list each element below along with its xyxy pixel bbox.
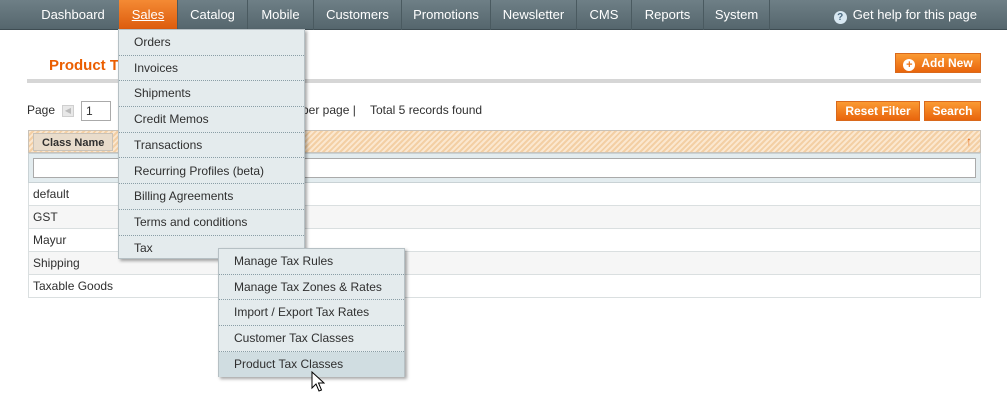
nav-system[interactable]: System [704,0,770,30]
table-row[interactable]: Taxable Goods [28,275,981,298]
page-title: Product Ta [49,57,127,74]
add-new-label: Add New [921,56,973,70]
column-header-class-name[interactable]: Class Name [33,133,113,151]
nav-promotions[interactable]: Promotions [402,0,491,30]
menu-item-terms-and-conditions[interactable]: Terms and conditions [119,210,304,236]
nav-newsletter[interactable]: Newsletter [491,0,577,30]
nav-mobile[interactable]: Mobile [248,0,314,30]
nav-reports[interactable]: Reports [632,0,704,30]
menu-item-import-export-tax-rates[interactable]: Import / Export Tax Rates [219,300,404,327]
menu-item-recurring-profiles[interactable]: Recurring Profiles (beta) [119,159,304,185]
mouse-cursor-icon [311,371,325,392]
menu-item-credit-memos[interactable]: Credit Memos [119,107,304,133]
nav-customers[interactable]: Customers [314,0,402,30]
plus-circle-icon: + [903,59,916,71]
menu-item-manage-tax-zones-rates[interactable]: Manage Tax Zones & Rates [219,275,404,301]
menu-item-transactions[interactable]: Transactions [119,133,304,159]
search-button[interactable]: Search [924,101,981,121]
help-link[interactable]: ? Get help for this page [833,0,977,30]
add-new-button[interactable]: + Add New [895,53,981,73]
top-navigation: Dashboard Sales Catalog Mobile Customers… [0,0,1007,30]
menu-item-invoices[interactable]: Invoices [119,56,304,82]
menu-item-billing-agreements[interactable]: Billing Agreements [119,184,304,210]
menu-item-shipments[interactable]: Shipments [119,81,304,108]
nav-dashboard[interactable]: Dashboard [27,0,120,30]
sales-dropdown-menu: Orders Invoices Shipments Credit Memos T… [118,29,305,259]
help-label: Get help for this page [852,7,977,22]
sort-arrow-up-icon[interactable]: ↑ [966,134,972,148]
pager-page-label: Page [27,103,56,117]
nav-sales[interactable]: Sales [119,0,178,30]
menu-item-orders[interactable]: Orders [119,30,304,56]
nav-catalog[interactable]: Catalog [178,0,248,30]
menu-item-customer-tax-classes[interactable]: Customer Tax Classes [219,326,404,352]
help-icon: ? [833,11,847,24]
menu-item-manage-tax-rules[interactable]: Manage Tax Rules [219,249,404,275]
tax-submenu: Manage Tax Rules Manage Tax Zones & Rate… [218,248,405,378]
page-number-input[interactable]: 1 [81,101,111,121]
previous-page-icon[interactable]: ◀ [62,105,74,117]
reset-filter-button[interactable]: Reset Filter [836,101,920,121]
per-page-label: per page | [302,103,356,117]
nav-cms[interactable]: CMS [577,0,632,30]
total-records: Total 5 records found [370,103,483,117]
